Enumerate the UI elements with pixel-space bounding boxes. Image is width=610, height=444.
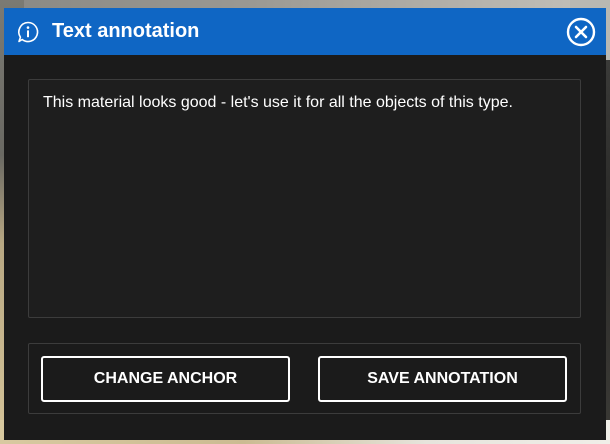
save-annotation-button[interactable]: SAVE ANNOTATION: [318, 356, 567, 402]
change-anchor-button[interactable]: CHANGE ANCHOR: [41, 356, 290, 402]
close-icon[interactable]: [566, 17, 596, 47]
dialog-button-bar: CHANGE ANCHOR SAVE ANNOTATION: [28, 343, 581, 414]
dialog-title: Text annotation: [52, 20, 200, 42]
info-bubble-icon: [16, 20, 40, 44]
annotation-text-field[interactable]: This material looks good - let's use it …: [28, 79, 581, 318]
dialog-titlebar: Text annotation: [4, 8, 606, 55]
text-annotation-dialog: Text annotation This material looks good…: [4, 8, 606, 440]
